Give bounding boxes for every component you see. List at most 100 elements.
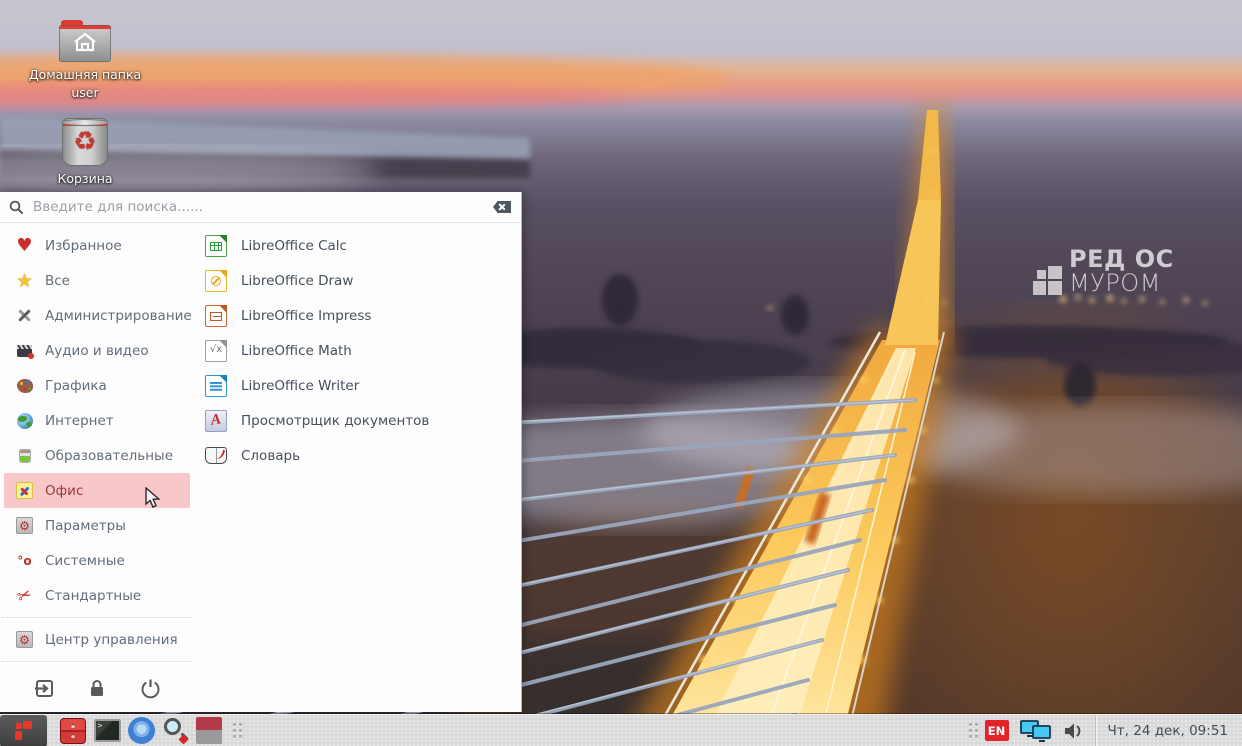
category-internet[interactable]: Интернет xyxy=(4,403,190,438)
file-manager-launcher[interactable] xyxy=(59,717,87,745)
desktop-icon-home[interactable]: Домашняя папка user xyxy=(25,20,145,102)
app-menu-button[interactable] xyxy=(0,714,47,746)
taskbar: EN Чт, 24 дек, 09:51 xyxy=(0,714,1242,746)
app-label: Просмотрщик документов xyxy=(241,412,430,429)
app-libreoffice-math[interactable]: √x LibreOffice Math xyxy=(194,333,521,368)
app-column: LibreOffice Calc LibreOffice Draw LibreO… xyxy=(194,223,521,712)
libreoffice-impress-icon xyxy=(205,304,227,327)
scissors-icon: ✂ xyxy=(14,583,35,608)
trash-icon: ♻ xyxy=(61,118,109,166)
category-label: Офис xyxy=(45,482,84,499)
session-actions xyxy=(0,676,194,700)
category-label: Аудио и видео xyxy=(45,342,149,359)
home-icon-user: user xyxy=(71,85,99,101)
magnifier-icon xyxy=(162,717,189,745)
terminal-icon xyxy=(93,719,121,742)
app-label: Словарь xyxy=(241,447,301,464)
redos-logo-icon xyxy=(1033,266,1062,295)
control-center-label: Центр управления xyxy=(45,631,178,648)
recycle-glyph-icon: ♻ xyxy=(73,127,97,157)
display-settings-tray[interactable] xyxy=(1019,719,1053,743)
category-column: ♥ Избранное ★ Все Администрирование Ауди… xyxy=(0,223,194,712)
language-indicator[interactable]: EN xyxy=(984,720,1009,741)
search-icon xyxy=(9,200,24,214)
category-administration[interactable]: Администрирование xyxy=(4,298,192,333)
app-label: LibreOffice Draw xyxy=(241,272,354,289)
task-window-item[interactable] xyxy=(195,717,223,745)
app-libreoffice-calc[interactable]: LibreOffice Calc xyxy=(194,228,521,263)
app-document-viewer[interactable]: A Просмотрщик документов xyxy=(194,403,521,438)
category-accessories[interactable]: ✂ Стандартные xyxy=(4,578,190,613)
terminal-launcher[interactable] xyxy=(93,717,121,745)
category-label: Все xyxy=(45,272,70,289)
redos-menu-icon xyxy=(14,721,33,740)
file-manager-icon xyxy=(60,717,86,744)
logout-button[interactable] xyxy=(32,676,56,700)
category-favorites[interactable]: ♥ Избранное xyxy=(4,228,190,263)
heart-icon: ♥ xyxy=(16,235,33,256)
category-all[interactable]: ★ Все xyxy=(4,263,190,298)
trash-icon-label: Корзина xyxy=(57,171,113,186)
app-libreoffice-impress[interactable]: LibreOffice Impress xyxy=(194,298,521,333)
control-center-item[interactable]: ⚙ Центр управления xyxy=(4,622,190,657)
search-bar xyxy=(0,192,521,223)
dictionary-icon xyxy=(205,447,227,464)
speaker-icon xyxy=(1064,723,1080,738)
document-viewer-icon: A xyxy=(205,409,227,432)
lock-button[interactable] xyxy=(85,676,109,700)
category-label: Интернет xyxy=(45,412,114,429)
logout-icon xyxy=(34,679,53,697)
app-libreoffice-writer[interactable]: LibreOffice Writer xyxy=(194,368,521,403)
clear-search-icon[interactable] xyxy=(493,201,511,213)
power-button[interactable] xyxy=(138,676,162,700)
app-libreoffice-draw[interactable]: LibreOffice Draw xyxy=(194,263,521,298)
office-icon xyxy=(15,481,34,500)
app-dictionary[interactable]: Словарь xyxy=(194,438,521,473)
screenshot-launcher[interactable] xyxy=(161,717,189,745)
search-input[interactable] xyxy=(33,199,484,215)
gear-icon: ⚙ xyxy=(15,630,34,649)
tray-handle[interactable] xyxy=(968,723,978,738)
watermark-edition: МУРОМ xyxy=(1069,269,1161,297)
system-icon: °o xyxy=(17,553,32,568)
desktop-icon-trash[interactable]: ♻ Корзина xyxy=(25,118,145,188)
category-label: Системные xyxy=(45,552,125,569)
category-educational[interactable]: Образовательные xyxy=(4,438,190,473)
home-icon-label: Домашняя папка xyxy=(28,67,142,82)
browser-launcher[interactable] xyxy=(127,717,155,745)
category-label: Параметры xyxy=(45,517,126,534)
category-system[interactable]: °o Системные xyxy=(4,543,190,578)
tools-icon xyxy=(15,306,34,325)
redos-watermark: РЕД ОС МУРОМ xyxy=(1033,247,1242,295)
app-label: LibreOffice Writer xyxy=(241,377,360,394)
clapperboard-icon xyxy=(15,341,34,360)
chromium-icon xyxy=(127,717,155,744)
monitors-icon xyxy=(1019,719,1051,742)
window-thumbnail-icon xyxy=(196,717,222,744)
clock[interactable]: Чт, 24 дек, 09:51 xyxy=(1096,723,1242,739)
category-label: Графика xyxy=(45,377,107,394)
category-label: Администрирование xyxy=(45,307,192,324)
divider xyxy=(2,617,192,618)
lock-icon xyxy=(91,680,103,696)
globe-icon xyxy=(15,411,34,430)
category-graphics[interactable]: Графика xyxy=(4,368,190,403)
desktop: РЕД ОС МУРОМ Домашняя папка user ♻ Корзи… xyxy=(0,0,1242,746)
home-folder-icon xyxy=(59,20,111,62)
application-menu: ♥ Избранное ★ Все Администрирование Ауди… xyxy=(0,192,522,712)
category-audio-video[interactable]: Аудио и видео xyxy=(4,333,190,368)
star-icon: ★ xyxy=(15,269,34,292)
volume-tray[interactable] xyxy=(1063,721,1085,741)
gear-icon: ⚙ xyxy=(15,516,34,535)
power-icon xyxy=(141,679,159,698)
libreoffice-writer-icon xyxy=(205,374,227,397)
category-label: Избранное xyxy=(45,237,122,254)
libreoffice-math-icon: √x xyxy=(205,339,227,362)
category-label: Образовательные xyxy=(45,447,174,464)
panel-handle[interactable] xyxy=(233,723,242,738)
app-label: LibreOffice Impress xyxy=(241,307,372,324)
category-label: Стандартные xyxy=(45,587,142,604)
category-settings[interactable]: ⚙ Параметры xyxy=(4,508,190,543)
libreoffice-calc-icon xyxy=(205,234,227,257)
app-label: LibreOffice Calc xyxy=(241,237,347,254)
